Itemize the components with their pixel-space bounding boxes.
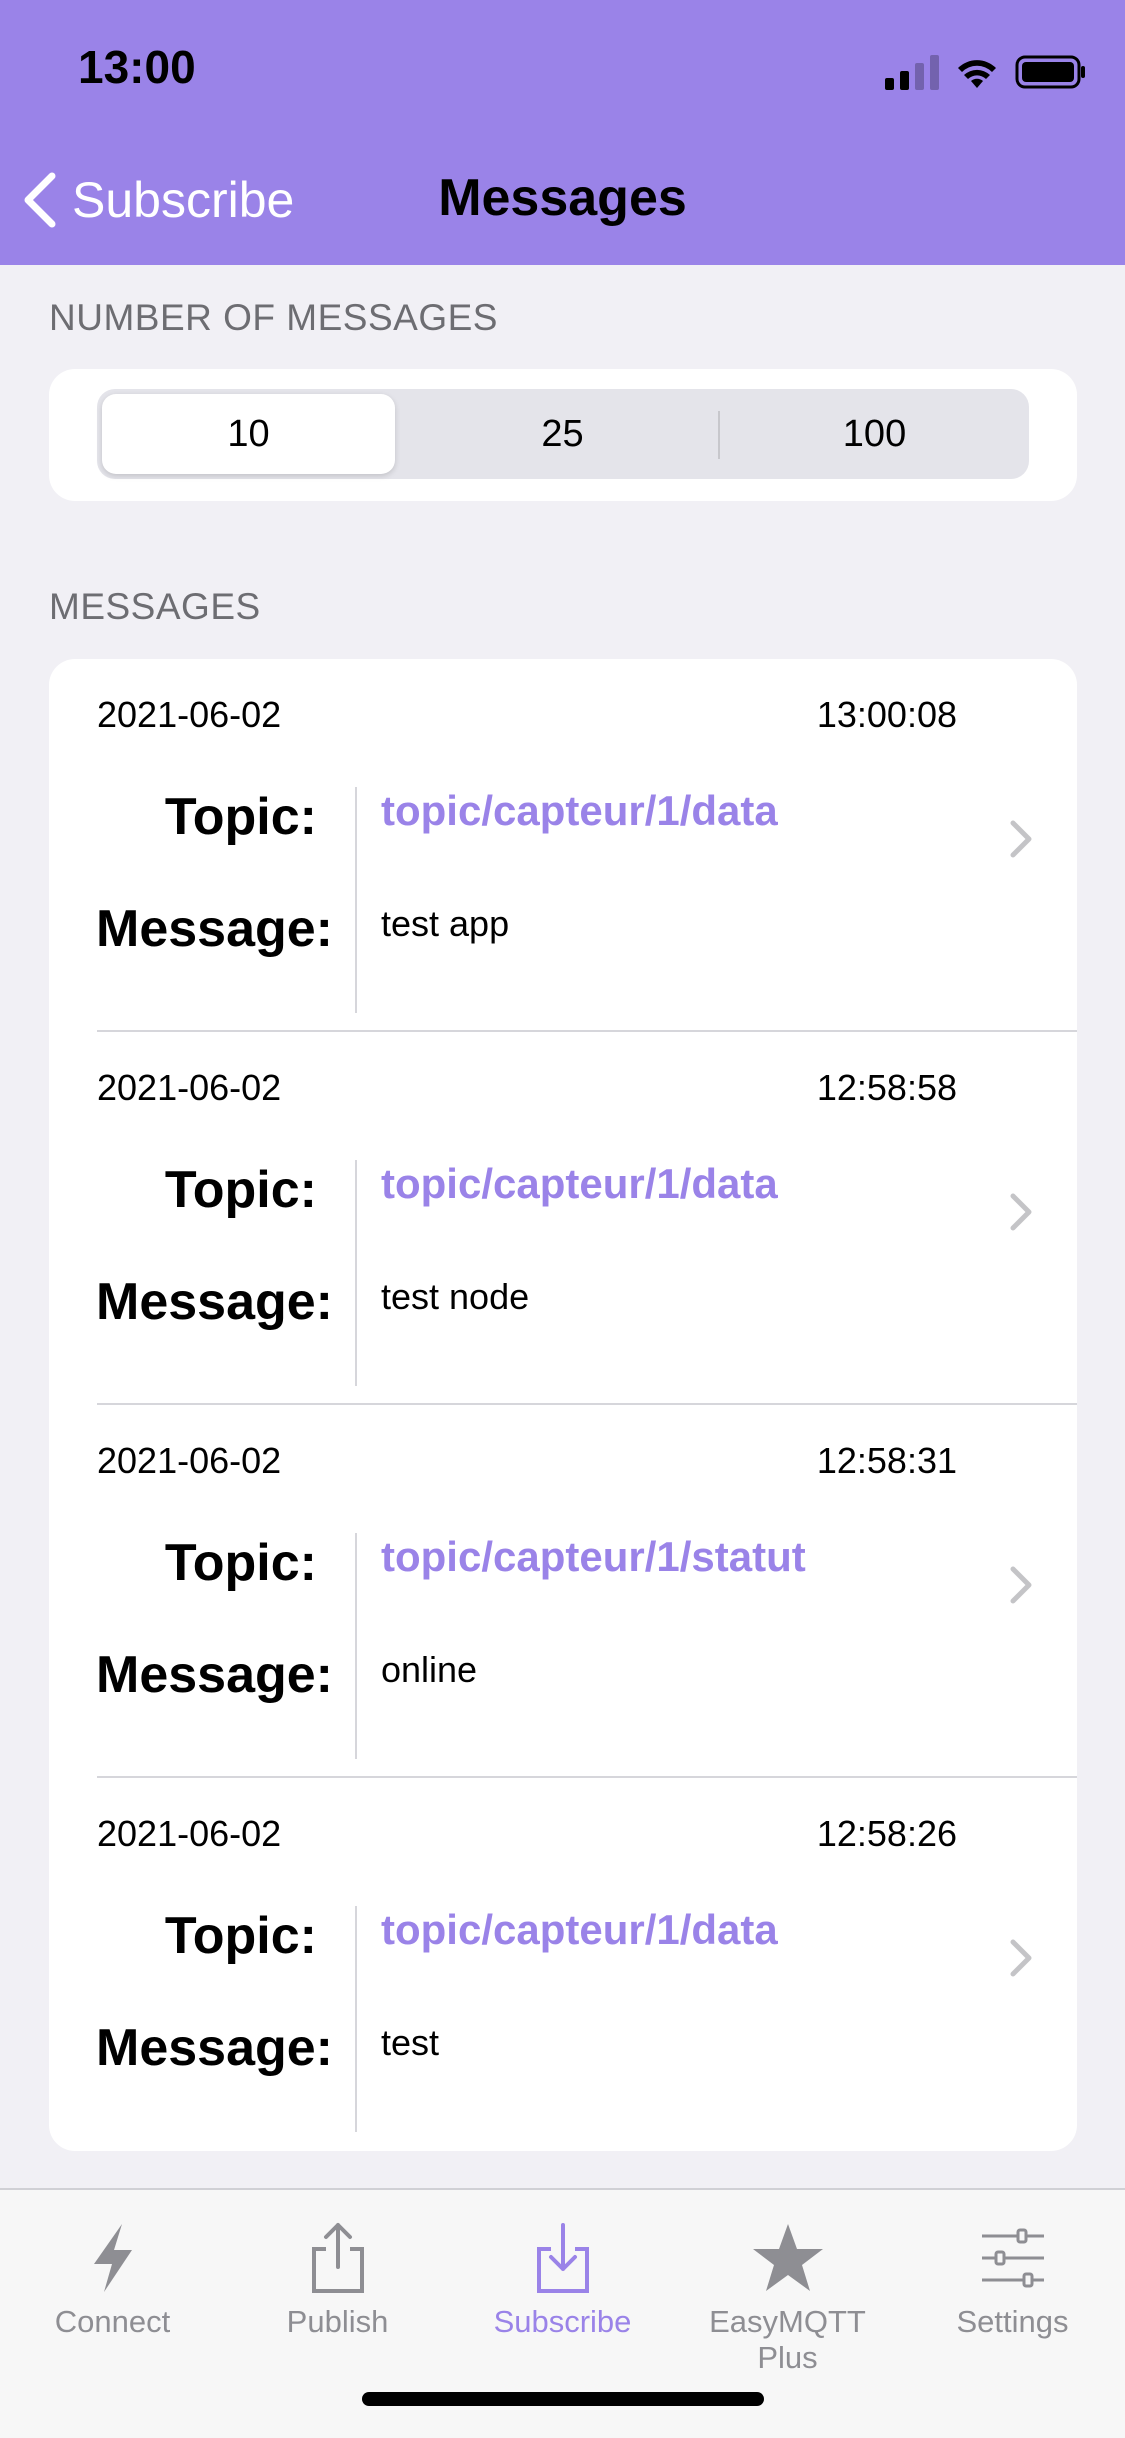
chevron-right-icon: [1010, 1566, 1032, 1604]
message-date: 2021-06-02: [97, 1813, 282, 1854]
wifi-icon: [958, 60, 996, 88]
message-value: test node: [381, 1276, 530, 1317]
segment-25[interactable]: 25: [407, 394, 718, 474]
home-indicator: [362, 2392, 764, 2406]
tab-label: Publish: [286, 2304, 389, 2339]
page-title: Messages: [438, 169, 687, 227]
tab-publish[interactable]: Publish: [225, 2218, 450, 2340]
message-time: 12:58:26: [816, 1813, 957, 1854]
topic-label: Topic:: [164, 1907, 317, 1965]
message-label: Message:: [96, 2019, 333, 2077]
number-of-messages-label: NUMBER OF MESSAGES: [49, 297, 498, 338]
message-date: 2021-06-02: [97, 1440, 282, 1481]
bolt-icon: [93, 2224, 132, 2292]
tab-connect[interactable]: Connect: [0, 2218, 225, 2340]
share-up-icon: [311, 2223, 364, 2293]
message-row[interactable]: 2021-06-02 12:58:26 Topic: Message: topi…: [49, 1778, 1077, 2151]
message-date: 2021-06-02: [97, 1067, 282, 1108]
tab-subscribe[interactable]: Subscribe: [450, 2218, 675, 2340]
message-count-segmented-control: 10 25 100: [97, 389, 1029, 479]
tab-label: Settings: [956, 2304, 1069, 2339]
tab-label: EasyMQTT Plus: [709, 2304, 866, 2375]
number-of-messages-card: 10 25 100: [49, 369, 1077, 501]
topic-label: Topic:: [164, 1534, 317, 1592]
chevron-right-icon: [1010, 820, 1032, 858]
chevron-right-icon: [1010, 1939, 1032, 1977]
tab-easymqtt-plus[interactable]: EasyMQTT Plus: [675, 2218, 900, 2376]
message-label: Message:: [96, 900, 333, 958]
message-value: test app: [381, 903, 510, 944]
star-icon: [752, 2224, 823, 2291]
segment-10[interactable]: 10: [102, 394, 395, 474]
segment-100[interactable]: 100: [720, 394, 1029, 474]
column-divider: [355, 787, 357, 1013]
topic-label: Topic:: [164, 1161, 317, 1219]
download-tray-icon: [536, 2223, 589, 2293]
tab-settings[interactable]: Settings: [900, 2218, 1125, 2340]
message-row[interactable]: 2021-06-02 12:58:58 Topic: Message: topi…: [49, 1032, 1077, 1405]
chevron-right-icon: [1010, 1193, 1032, 1231]
message-row[interactable]: 2021-06-02 13:00:08 Topic: Message: topi…: [49, 659, 1077, 1032]
message-value: test: [381, 2022, 440, 2063]
message-time: 13:00:08: [816, 694, 957, 735]
topic-value: topic/capteur/1/data: [381, 1906, 778, 1953]
status-icons: [885, 46, 1087, 90]
messages-list: 2021-06-02 13:00:08 Topic: Message: topi…: [49, 659, 1077, 2151]
column-divider: [355, 1160, 357, 1386]
tab-label: Subscribe: [493, 2304, 632, 2339]
navigation-header: 13:00 Subscribe Messages: [0, 0, 1125, 265]
topic-label: Topic:: [164, 788, 317, 846]
message-row[interactable]: 2021-06-02 12:58:31 Topic: Message: topi…: [49, 1405, 1077, 1778]
topic-value: topic/capteur/1/data: [381, 787, 778, 834]
sliders-icon: [981, 2228, 1044, 2288]
message-label: Message:: [96, 1273, 333, 1331]
message-date: 2021-06-02: [97, 694, 282, 735]
message-label: Message:: [96, 1646, 333, 1704]
message-value: online: [381, 1649, 478, 1690]
tab-label: Connect: [54, 2304, 171, 2339]
battery-icon: [1015, 55, 1085, 89]
message-time: 12:58:31: [816, 1440, 957, 1481]
status-time: 13:00: [78, 41, 196, 93]
column-divider: [355, 1533, 357, 1759]
message-time: 12:58:58: [816, 1067, 957, 1108]
cellular-signal-icon: [885, 54, 939, 90]
messages-section-label: MESSAGES: [49, 586, 261, 627]
topic-value: topic/capteur/1/statut: [381, 1533, 806, 1580]
topic-value: topic/capteur/1/data: [381, 1160, 778, 1207]
column-divider: [355, 1906, 357, 2132]
